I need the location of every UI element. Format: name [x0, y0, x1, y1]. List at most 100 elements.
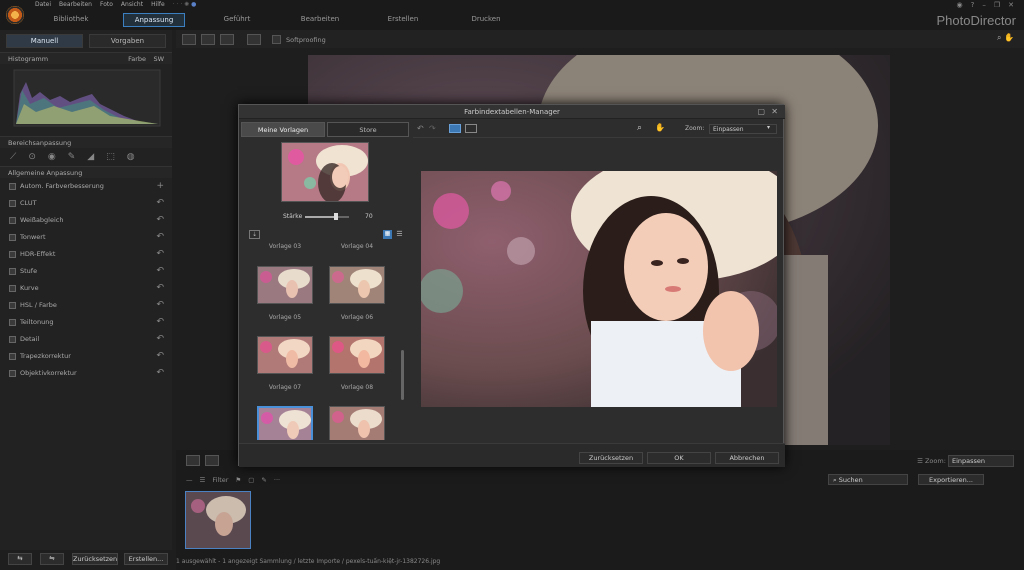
reset-icon[interactable]: ↶	[156, 280, 164, 297]
adjustment-checkbox[interactable]	[9, 234, 16, 241]
compare-view-icon[interactable]	[247, 34, 261, 45]
tab-library[interactable]: Bibliothek	[40, 13, 102, 27]
adjustment-checkbox[interactable]	[9, 183, 16, 190]
bottom-zoom-select[interactable]: Einpassen	[948, 455, 1014, 467]
reset-icon[interactable]: ↶	[156, 365, 164, 382]
tab-adjust[interactable]: Anpassung	[123, 13, 185, 27]
section-general-adjust[interactable]: Allgemeine Anpassung	[0, 166, 172, 178]
menu-view[interactable]: Ansicht	[121, 1, 143, 8]
left-create-button[interactable]: Erstellen...	[124, 553, 168, 565]
adjustment-checkbox[interactable]	[9, 251, 16, 258]
restore-icon[interactable]: ❐	[994, 1, 1000, 9]
split-view-icon[interactable]: ⇋	[40, 553, 64, 565]
help-icon[interactable]: ?	[971, 1, 975, 9]
close-icon[interactable]: ✕	[1008, 1, 1014, 9]
grid-view-icon[interactable]	[220, 34, 234, 45]
list-filter-icon[interactable]: ☰	[200, 476, 206, 484]
adjustment-checkbox[interactable]	[9, 336, 16, 343]
reset-icon[interactable]: ↶	[156, 246, 164, 263]
minimize-icon[interactable]: –	[982, 1, 986, 9]
adjustment-row[interactable]: CLUT ↶	[0, 195, 172, 212]
reset-icon[interactable]: ↶	[156, 229, 164, 246]
undo-icon[interactable]: ↶	[417, 124, 424, 133]
dialog-reset-button[interactable]: Zurücksetzen	[579, 452, 643, 464]
brush-tool-icon[interactable]: ✎	[68, 152, 76, 162]
dialog-maximize-icon[interactable]: ▢	[757, 107, 765, 116]
filmstrip-thumb[interactable]	[185, 491, 251, 549]
menu-photo[interactable]: Foto	[100, 1, 113, 8]
reset-icon[interactable]: ↶	[156, 331, 164, 348]
rating-filter-icon[interactable]: —	[186, 476, 193, 484]
menu-edit[interactable]: Bearbeiten	[59, 1, 92, 8]
template-thumb[interactable]	[257, 266, 313, 304]
template-scrollbar[interactable]	[401, 350, 404, 400]
add-icon[interactable]: +	[156, 178, 164, 195]
adjustment-row[interactable]: Autom. Farbverbesserung +	[0, 178, 172, 195]
strength-slider-knob[interactable]	[333, 213, 338, 220]
menu-file[interactable]: Datei	[35, 1, 51, 8]
adjustment-row[interactable]: Detail ↶	[0, 331, 172, 348]
histogram-header[interactable]: Histogramm Farbe SW	[0, 52, 172, 64]
adjustment-row[interactable]: Kurve ↶	[0, 280, 172, 297]
single-preview-icon[interactable]	[449, 124, 461, 133]
list-layout-icon[interactable]: ☰	[395, 230, 404, 239]
reset-icon[interactable]: ↶	[156, 297, 164, 314]
radial-tool-icon[interactable]: ⬚	[106, 152, 115, 162]
grid-layout-icon[interactable]: ▦	[383, 230, 392, 239]
search-input[interactable]: ⌕ Suchen	[828, 474, 908, 485]
sort-icon[interactable]: ☰	[917, 457, 923, 465]
tab-presets[interactable]: Vorgaben	[89, 34, 166, 48]
menu-help[interactable]: Hilfe	[151, 1, 165, 8]
adjustment-row[interactable]: Weißabgleich ↶	[0, 212, 172, 229]
flag-filter-icon[interactable]: ⚑	[235, 476, 241, 484]
dialog-tab-my-templates[interactable]: Meine Vorlagen	[241, 122, 325, 137]
compare-preview-icon[interactable]	[465, 124, 477, 133]
adjustment-checkbox[interactable]	[9, 268, 16, 275]
tab-manual[interactable]: Manuell	[6, 34, 83, 48]
template-thumb[interactable]	[329, 336, 385, 374]
eye-tool-icon[interactable]: ◉	[48, 152, 56, 162]
redo-icon[interactable]: ↷	[429, 124, 436, 133]
adjustment-row[interactable]: HDR-Effekt ↶	[0, 246, 172, 263]
zoom-magnifier-icon[interactable]: ⌕	[637, 123, 642, 133]
left-reset-button[interactable]: Zurücksetzen	[72, 553, 118, 565]
strength-slider[interactable]	[305, 216, 349, 218]
adjustment-checkbox[interactable]	[9, 319, 16, 326]
dialog-cancel-button[interactable]: Abbrechen	[715, 452, 779, 464]
section-area-adjust[interactable]: Bereichsanpassung	[0, 136, 172, 148]
adjustment-row[interactable]: Stufe ↶	[0, 263, 172, 280]
single-view-icon[interactable]	[182, 34, 196, 45]
adjustment-checkbox[interactable]	[9, 200, 16, 207]
dialog-ok-button[interactable]: OK	[647, 452, 711, 464]
adjustment-checkbox[interactable]	[9, 353, 16, 360]
more-filter-icon[interactable]: ···	[274, 476, 280, 484]
dialog-close-icon[interactable]: ✕	[771, 107, 778, 116]
adjustment-row[interactable]: HSL / Farbe ↶	[0, 297, 172, 314]
dialog-tab-store[interactable]: Store	[327, 122, 409, 137]
template-thumb[interactable]	[329, 406, 385, 440]
account-icon[interactable]: ◉	[957, 1, 963, 9]
export-button[interactable]: Exportieren...	[918, 474, 984, 485]
compare-icon[interactable]: ⇆	[8, 553, 32, 565]
label-filter-icon[interactable]: ✎	[261, 476, 266, 484]
tab-print[interactable]: Drucken	[455, 13, 517, 27]
adjustment-row[interactable]: Trapezkorrektur ↶	[0, 348, 172, 365]
adjustment-checkbox[interactable]	[9, 302, 16, 309]
template-thumb[interactable]	[329, 266, 385, 304]
template-thumb[interactable]	[257, 336, 313, 374]
template-thumb-selected[interactable]	[257, 406, 313, 440]
reset-icon[interactable]: ↶	[156, 263, 164, 280]
adjustment-checkbox[interactable]	[9, 217, 16, 224]
histogram-bw-toggle[interactable]: SW	[153, 53, 164, 65]
grid-toggle-icon[interactable]	[205, 455, 219, 466]
tab-edit[interactable]: Bearbeiten	[289, 13, 351, 27]
gradient-tool-icon[interactable]: ◢	[87, 152, 94, 162]
hand-tool-icon[interactable]: ✋	[1004, 33, 1014, 42]
adjustment-row[interactable]: Teiltonung ↶	[0, 314, 172, 331]
import-template-icon[interactable]: ⇣	[249, 230, 260, 239]
filmstrip-toggle-icon[interactable]	[186, 455, 200, 466]
tab-guided[interactable]: Geführt	[206, 13, 268, 27]
pan-hand-icon[interactable]: ✋	[655, 123, 665, 132]
reset-icon[interactable]: ↶	[156, 314, 164, 331]
softproof-checkbox[interactable]	[272, 35, 281, 44]
